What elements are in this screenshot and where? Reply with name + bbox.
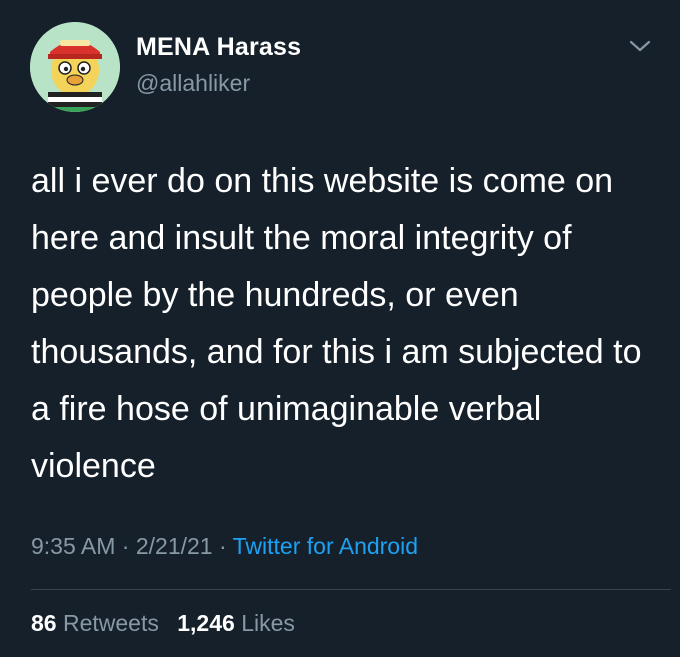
retweets-stat[interactable]: 86 Retweets: [31, 610, 165, 636]
chevron-down-icon[interactable]: [627, 36, 653, 56]
meta-separator: ·: [218, 533, 227, 559]
like-label: Likes: [241, 610, 295, 636]
tweet-metadata: 9:35 AM · 2/21/21 · Twitter for Android: [31, 533, 418, 560]
display-name[interactable]: MENA Harass: [136, 33, 301, 62]
divider: [31, 589, 671, 590]
tweet-card: MENA Harass @allahliker all i ever do on…: [0, 0, 680, 657]
likes-stat[interactable]: 1,246 Likes: [177, 610, 295, 636]
tweet-time[interactable]: 9:35 AM: [31, 533, 115, 559]
tweet-source-link[interactable]: Twitter for Android: [233, 533, 418, 559]
meta-separator: ·: [121, 533, 130, 559]
user-handle[interactable]: @allahliker: [136, 70, 250, 97]
tweet-date[interactable]: 2/21/21: [136, 533, 213, 559]
avatar[interactable]: [30, 22, 120, 112]
tweet-stats: 86 Retweets 1,246 Likes: [31, 610, 295, 637]
retweet-label: Retweets: [62, 610, 159, 636]
tweet-text: all i ever do on this website is come on…: [31, 162, 642, 485]
retweet-count: 86: [31, 610, 57, 636]
like-count: 1,246: [177, 610, 235, 636]
cartoon-avatar-icon: [30, 22, 120, 112]
